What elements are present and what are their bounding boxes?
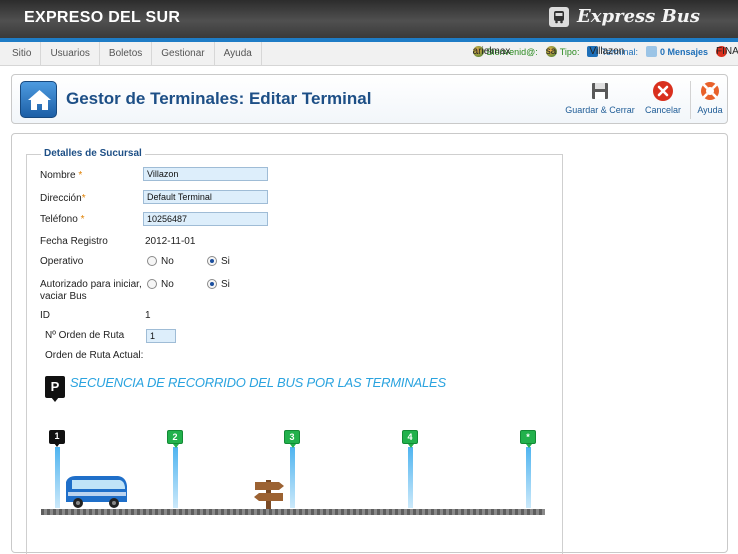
terminal-value: Villazon	[589, 46, 625, 57]
orden-ruta-label: Nº Orden de Ruta	[45, 330, 125, 341]
stop-pole	[173, 447, 178, 508]
terminal-status: Terminal: Villazon	[587, 46, 638, 57]
nombre-label-text: Nombre	[40, 170, 76, 181]
route-stop-4[interactable]: 4	[402, 430, 418, 448]
id-label: ID	[40, 310, 50, 321]
telefono-label: Teléfono *	[40, 214, 85, 225]
bus-icon	[549, 6, 570, 27]
stop-pole	[290, 447, 295, 508]
operativo-no-radio[interactable]	[147, 256, 157, 266]
fecha-registro-value: 2012-11-01	[145, 236, 196, 247]
direccion-label-text: Dirección	[40, 193, 82, 204]
top-header: EXPRESO DEL SUR Express Bus	[0, 0, 738, 38]
user-status: Bienvenid@: arielmax Tipo: sa Terminal: …	[465, 46, 738, 57]
autorizado-label-line1: Autorizado para iniciar,	[40, 279, 142, 290]
bus-icon	[66, 476, 127, 508]
fecha-registro-label: Fecha Registro	[40, 236, 108, 247]
autorizado-si-radio[interactable]	[207, 279, 217, 289]
operativo-si-label: Si	[221, 256, 230, 267]
direccion-label: Dirección*	[40, 193, 86, 204]
orden-ruta-actual-label: Orden de Ruta Actual:	[45, 350, 144, 361]
menu-item-ayuda[interactable]: Ayuda	[215, 42, 262, 66]
autorizado-no-label: No	[161, 279, 174, 290]
help-label: Ayuda	[697, 105, 723, 115]
nombre-input[interactable]	[143, 167, 268, 181]
route-stop-final[interactable]: *	[520, 430, 536, 448]
autorizado-label-line2: vaciar Bus	[40, 291, 87, 302]
username: arielmax	[472, 46, 511, 57]
type-label: Tipo:	[559, 46, 580, 57]
menu-item-boletos[interactable]: Boletos	[100, 42, 153, 66]
route-stop-2[interactable]: 2	[167, 430, 183, 448]
home-icon	[20, 81, 57, 118]
route-sequence-title: SECUENCIA DE RECORRIDO DEL BUS POR LAS T…	[70, 375, 446, 390]
lifebuoy-icon	[701, 82, 719, 100]
required-mark: *	[81, 193, 86, 204]
page-title: Gestor de Terminales: Editar Terminal	[66, 89, 372, 108]
required-mark: *	[78, 170, 83, 181]
stop-pole	[55, 447, 60, 508]
stop-pole	[408, 447, 413, 508]
autorizado-label: Autorizado para iniciar, vaciar Bus	[40, 279, 142, 303]
help-button[interactable]: Ayuda	[694, 80, 726, 120]
route-stop-3[interactable]: 3	[284, 430, 300, 448]
operativo-si-radio[interactable]	[207, 256, 217, 266]
toolbar-divider	[690, 81, 691, 119]
signpost-icon	[254, 480, 284, 510]
autorizado-si-label: Si	[221, 279, 230, 290]
fieldset-legend: Detalles de Sucursal	[41, 148, 145, 159]
app-title: EXPRESO DEL SUR	[24, 9, 181, 26]
parking-marker: P	[45, 376, 65, 402]
autorizado-no-radio[interactable]	[147, 279, 157, 289]
type-status: Tipo: sa	[545, 46, 580, 57]
telefono-label-text: Teléfono	[40, 214, 78, 225]
menu-item-usuarios[interactable]: Usuarios	[41, 42, 100, 66]
logout-link[interactable]: FINALIZAR	[716, 46, 738, 57]
nombre-label: Nombre *	[40, 170, 82, 181]
logout-label: FINALIZAR	[716, 46, 738, 57]
messages-icon	[645, 46, 657, 57]
menu-item-sitio[interactable]: Sitio	[3, 42, 42, 66]
cancel-button[interactable]: Cancelar	[642, 80, 684, 120]
route-road	[41, 509, 545, 515]
cancel-label: Cancelar	[644, 105, 682, 115]
messages-link[interactable]: 0 Mensajes	[645, 46, 708, 57]
cancel-icon	[653, 81, 673, 101]
operativo-label: Operativo	[40, 256, 84, 267]
brand-logo: Express Bus	[549, 6, 700, 27]
main-menu: Sitio Usuarios Boletos Gestionar Ayuda	[3, 42, 262, 66]
floppy-icon	[592, 83, 608, 99]
save-close-button[interactable]: Guardar & Cerrar	[565, 80, 635, 120]
id-value: 1	[145, 310, 151, 321]
orden-ruta-input[interactable]	[146, 329, 176, 343]
type-value: sa	[545, 46, 557, 57]
direccion-input[interactable]	[143, 190, 268, 204]
stop-pole	[526, 447, 531, 508]
route-stop-1[interactable]: 1	[49, 430, 65, 447]
save-close-label: Guardar & Cerrar	[565, 105, 635, 115]
menu-item-gestionar[interactable]: Gestionar	[152, 42, 215, 66]
menu-bar: Sitio Usuarios Boletos Gestionar Ayuda B…	[0, 42, 738, 66]
required-mark: *	[80, 214, 85, 225]
brand-text: Express Bus	[577, 6, 700, 27]
welcome-status: Bienvenid@: arielmax	[472, 46, 538, 57]
telefono-input[interactable]	[143, 212, 268, 226]
title-panel: Gestor de Terminales: Editar Terminal Gu…	[11, 74, 728, 124]
messages-label: 0 Mensajes	[659, 46, 708, 57]
operativo-no-label: No	[161, 256, 174, 267]
